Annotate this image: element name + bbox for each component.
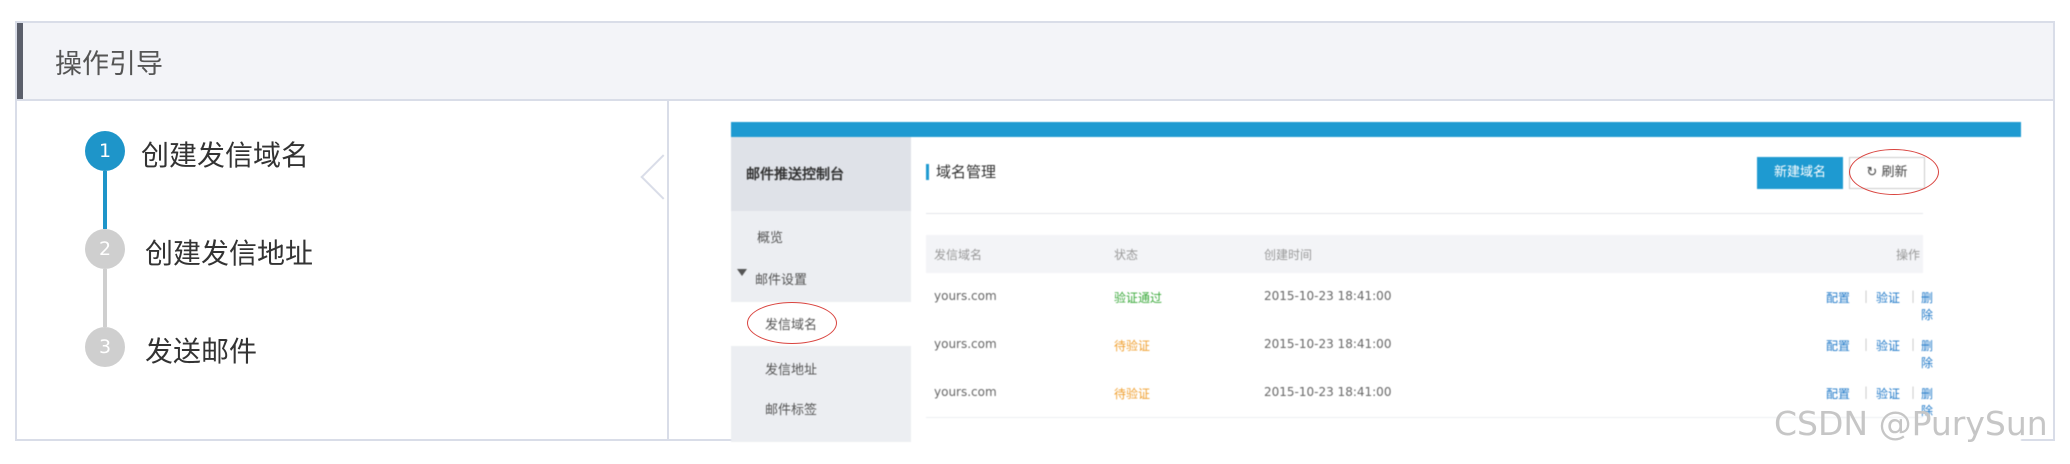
card-header: 操作引导	[17, 23, 2053, 101]
page-title: 操作引导	[55, 49, 163, 80]
console-sidebar: 邮件推送控制台 概览 邮件设置 发信域名 发信地址 邮件标签	[731, 137, 911, 442]
header-accent-bar	[17, 23, 23, 99]
table-header: 发信域名 状态 创建时间 操作	[926, 235, 1923, 273]
console-topbar	[731, 122, 2021, 137]
cell-domain: yours.com	[934, 337, 997, 351]
step-3-number: 3	[85, 327, 125, 367]
step-2-number: 2	[85, 229, 125, 269]
section-divider	[926, 213, 1923, 214]
highlight-ellipse-sender-domain	[747, 302, 837, 344]
verify-link[interactable]: 验证	[1876, 337, 1900, 354]
separator: |	[1864, 289, 1869, 303]
section-title: 域名管理	[936, 163, 997, 181]
column-header-created: 创建时间	[1264, 248, 1313, 262]
status-badge: 验证通过	[1114, 291, 1163, 305]
status-badge: 待验证	[1114, 387, 1151, 401]
separator: |	[1864, 337, 1869, 351]
cell-domain: yours.com	[934, 385, 997, 399]
sidebar-item-mail-settings[interactable]: 邮件设置	[755, 269, 807, 288]
separator: |	[1911, 337, 1916, 351]
watermark: CSDN @PurySun	[1774, 404, 2048, 443]
verify-link[interactable]: 验证	[1876, 289, 1900, 306]
column-header-actions: 操作	[1896, 248, 1921, 262]
verify-link[interactable]: 验证	[1876, 385, 1900, 402]
table-row: yours.com 验证通过 2015-10-23 18:41:00 配置 | …	[926, 273, 1933, 322]
cell-domain: yours.com	[934, 289, 997, 303]
step-connector-2	[103, 269, 107, 327]
panel-divider	[667, 101, 669, 439]
console-screenshot: 邮件推送控制台 概览 邮件设置 发信域名 发信地址 邮件标签 域名管理 新建域名…	[731, 122, 2021, 442]
sidebar-header: 邮件推送控制台	[731, 137, 911, 211]
sidebar-title: 邮件推送控制台	[746, 167, 844, 183]
column-header-status: 状态	[1114, 248, 1139, 262]
sidebar-item-mail-tags[interactable]: 邮件标签	[765, 399, 817, 418]
status-badge: 待验证	[1114, 339, 1151, 353]
cell-created: 2015-10-23 18:41:00	[1264, 337, 1392, 351]
step-2-label: 创建发信地址	[145, 237, 314, 270]
step-1-label: 创建发信域名	[141, 139, 310, 172]
step-1-number: 1	[85, 131, 125, 171]
cell-created: 2015-10-23 18:41:00	[1264, 289, 1392, 303]
cell-created: 2015-10-23 18:41:00	[1264, 385, 1392, 399]
configure-link[interactable]: 配置	[1826, 385, 1850, 402]
separator: |	[1911, 289, 1916, 303]
table-row: yours.com 待验证 2015-10-23 18:41:00 配置 | 验…	[926, 321, 1933, 370]
separator: |	[1864, 385, 1869, 399]
step-3-label: 发送邮件	[145, 335, 258, 368]
highlight-ellipse-new-domain	[1849, 149, 1939, 195]
new-domain-button[interactable]: 新建域名	[1757, 157, 1843, 189]
sidebar-item-sender-address[interactable]: 发信地址	[765, 359, 817, 378]
separator: |	[1911, 385, 1916, 399]
section-accent-bar	[926, 164, 929, 180]
column-header-domain: 发信域名	[934, 248, 983, 262]
configure-link[interactable]: 配置	[1826, 337, 1850, 354]
delete-link[interactable]: 删除	[1921, 337, 1933, 371]
triangle-down-icon	[737, 269, 747, 276]
sidebar-item-overview[interactable]: 概览	[757, 227, 783, 246]
delete-link[interactable]: 删除	[1921, 289, 1933, 323]
step-connector-1	[103, 171, 107, 229]
configure-link[interactable]: 配置	[1826, 289, 1850, 306]
step-list: 1 创建发信域名 2 创建发信地址 3 发送邮件	[17, 101, 667, 439]
